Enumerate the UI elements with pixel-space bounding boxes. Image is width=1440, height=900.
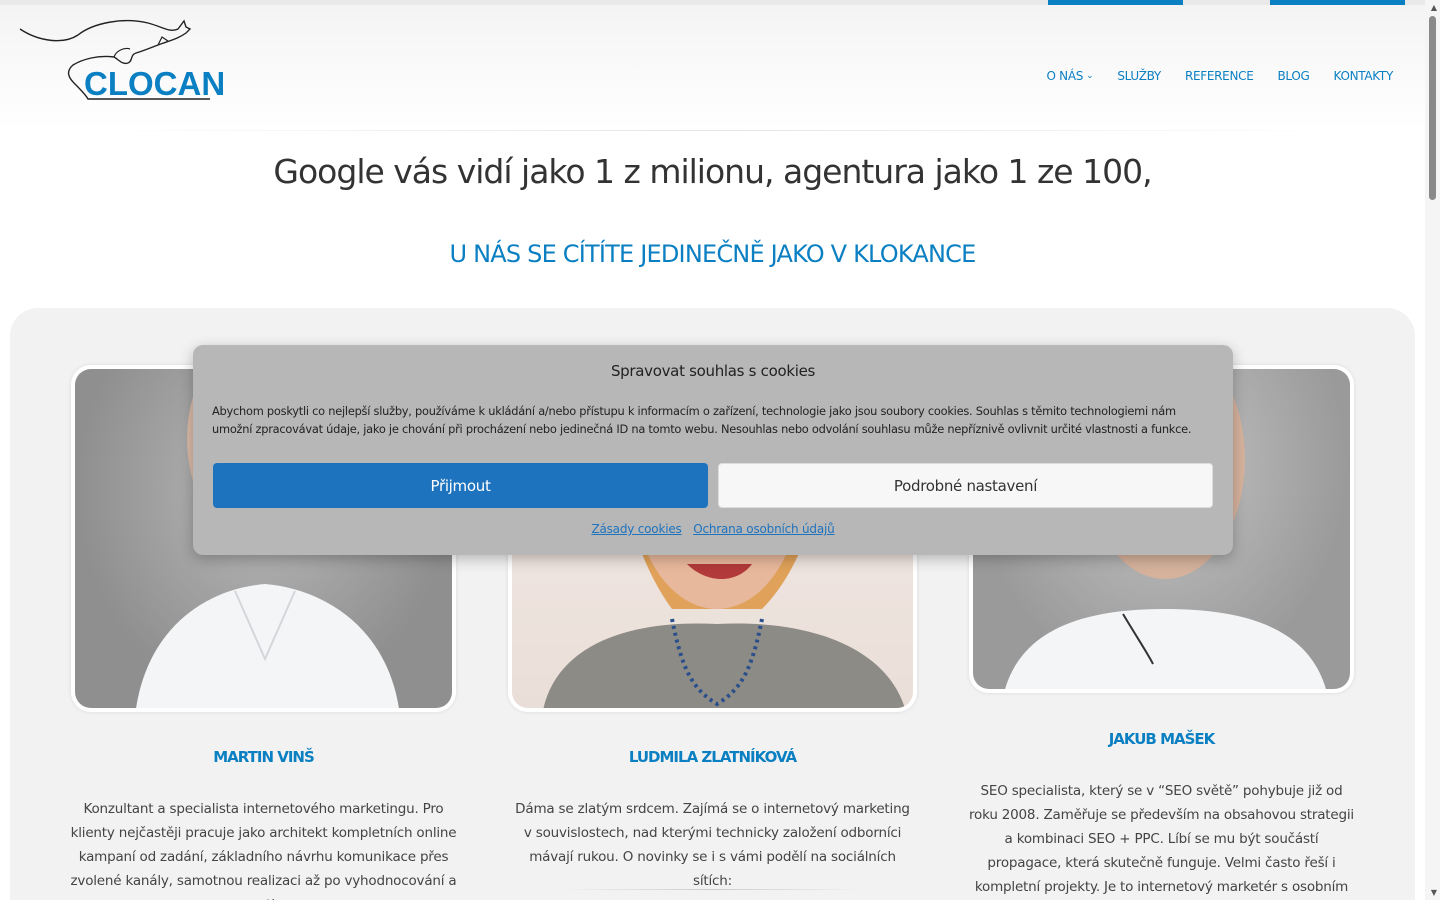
cookie-modal-title: Spravovat souhlas s cookies (610, 362, 816, 380)
detailed-settings-button[interactable]: Podrobné nastavení (718, 463, 1213, 508)
nav-item-sluzby[interactable]: SLUŽBY (1117, 69, 1161, 83)
nav-item-label: BLOG (1277, 69, 1310, 83)
team-desc-jakub: SEO specialista, který se v “SEO světě” … (969, 783, 1354, 895)
scrollbar-thumb[interactable] (1429, 16, 1436, 200)
nav-item-reference[interactable]: REFERENCE (1185, 69, 1254, 83)
nav-item-kontakty[interactable]: KONTAKTY (1333, 69, 1394, 83)
main-nav: O NÁS ⌄ SLUŽBY REFERENCE BLOG KONTAKTY (1047, 69, 1394, 83)
privacy-policy-link[interactable]: Ochrana osobních údajů (693, 522, 835, 536)
scroll-down-icon[interactable]: ▼ (1431, 888, 1437, 897)
cookie-links: Zásady cookies Ochrana osobních údajů (193, 522, 1233, 536)
nav-item-label: O NÁS (1046, 69, 1084, 83)
team-name-ludmila: LUDMILA ZLATNÍKOVÁ (628, 748, 797, 766)
scroll-up-icon[interactable]: ▲ (1431, 3, 1437, 12)
scrollbar[interactable]: ▲ ▼ (1425, 0, 1440, 900)
cookie-policy-link[interactable]: Zásady cookies (591, 522, 681, 536)
nav-item-blog[interactable]: BLOG (1278, 69, 1310, 83)
nav-item-o-nas[interactable]: O NÁS ⌄ (1047, 69, 1094, 83)
team-name-jakub: JAKUB MAŠEK (1108, 730, 1216, 748)
accept-button[interactable]: Přijmout (213, 463, 708, 508)
logo[interactable]: CLOCAN (18, 17, 225, 107)
chevron-down-icon: ⌄ (1086, 71, 1094, 81)
team-desc-martin: Konzultant a specialista internetového m… (70, 801, 457, 900)
nav-item-label: REFERENCE (1184, 69, 1254, 83)
site-header: CLOCAN O NÁS ⌄ SLUŽBY REFERENCE BLOG KON… (0, 5, 1425, 130)
nav-item-label: KONTAKTY (1333, 69, 1394, 83)
cookie-modal-text: Abychom poskytli co nejlepší služby, pou… (212, 404, 1192, 436)
cookie-consent-modal: Spravovat souhlas s cookies Abychom posk… (193, 345, 1233, 555)
team-name-martin: MARTIN VINŠ (213, 748, 315, 766)
divider (560, 889, 865, 890)
logo-text: CLOCAN (84, 65, 226, 102)
header-divider (80, 130, 1350, 131)
nav-item-label: SLUŽBY (1117, 69, 1161, 83)
hero-subtitle: U NÁS SE CÍTÍTE JEDINEČNĚ JAKO V KLOKANC… (449, 240, 977, 268)
hero-title: Google vás vidí jako 1 z milionu, agentu… (273, 152, 1152, 191)
team-desc-ludmila: Dáma se zlatým srdcem. Zajímá se o inter… (515, 801, 910, 889)
